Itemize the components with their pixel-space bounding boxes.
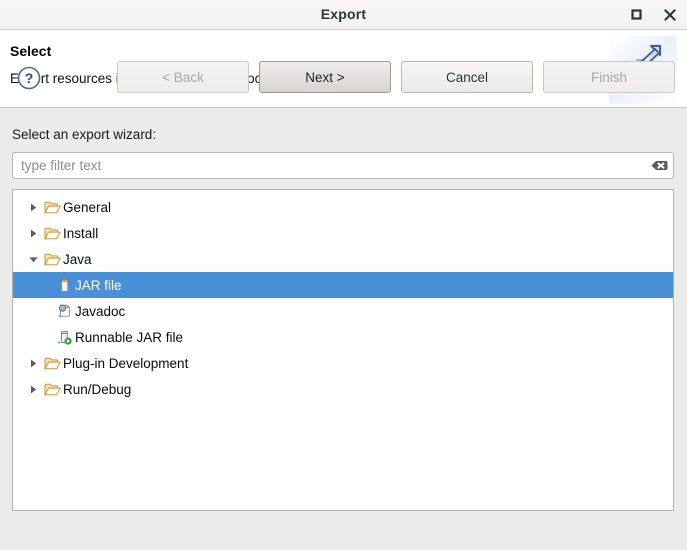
svg-text:?: ? [25,70,34,86]
maximize-icon[interactable] [627,6,645,24]
tree-item-label: JAR file [75,277,122,293]
chevron-down-icon[interactable] [23,246,43,272]
wizard-select-label: Select an export wizard: [12,127,157,142]
tree-item-label: Install [63,225,99,241]
cancel-button[interactable]: Cancel [401,61,533,93]
javadoc-icon: @ [55,302,73,320]
chevron-right-icon[interactable] [23,220,43,246]
tree-item-plugin-development[interactable]: Plug-in Development [13,350,673,376]
tree-item-run-debug[interactable]: Run/Debug [13,376,673,402]
close-icon[interactable] [661,6,679,24]
tree-item-general[interactable]: General [13,194,673,220]
chevron-right-icon[interactable] [23,376,43,402]
chevron-right-icon[interactable] [23,194,43,220]
back-button[interactable]: < Back [117,61,249,93]
tree-item-label: Runnable JAR file [75,329,184,345]
tree-item-label: Javadoc [75,303,126,319]
dialog-body: Select an export wizard: type filter tex… [0,61,687,549]
tree-item-javadoc[interactable]: @ Javadoc [13,298,673,324]
search-input[interactable] [13,153,643,178]
jar-file-icon [55,276,73,294]
next-button[interactable]: Next > [259,61,391,93]
page-title: Select [10,43,52,59]
folder-icon [43,354,61,372]
window-titlebar: Export [0,0,687,30]
dialog-button-bar: < Back Next > Cancel Finish [117,61,675,93]
folder-icon [43,380,61,398]
tree-item-jar-file[interactable]: JAR file [13,272,673,298]
folder-icon [43,198,61,216]
finish-button[interactable]: Finish [543,61,675,93]
tree-item-java[interactable]: Java [13,246,673,272]
filter-field-wrapper [12,152,674,179]
export-wizard-tree[interactable]: General Install Java JAR file @ Javadoc … [12,189,674,511]
clear-icon[interactable] [651,158,668,173]
folder-icon [43,250,61,268]
tree-item-label: Run/Debug [63,381,132,397]
tree-item-runnable-jar-file[interactable]: Runnable JAR file [13,324,673,350]
window-controls [627,0,679,29]
tree-item-label: Plug-in Development [63,355,189,371]
runnable-jar-icon [55,328,73,346]
folder-icon [43,224,61,242]
help-icon[interactable]: ? [16,65,42,91]
chevron-right-icon[interactable] [23,350,43,376]
tree-item-label: General [63,199,112,215]
tree-item-install[interactable]: Install [13,220,673,246]
svg-text:@: @ [60,305,65,310]
tree-item-label: Java [63,251,92,267]
window-title: Export [320,6,367,22]
